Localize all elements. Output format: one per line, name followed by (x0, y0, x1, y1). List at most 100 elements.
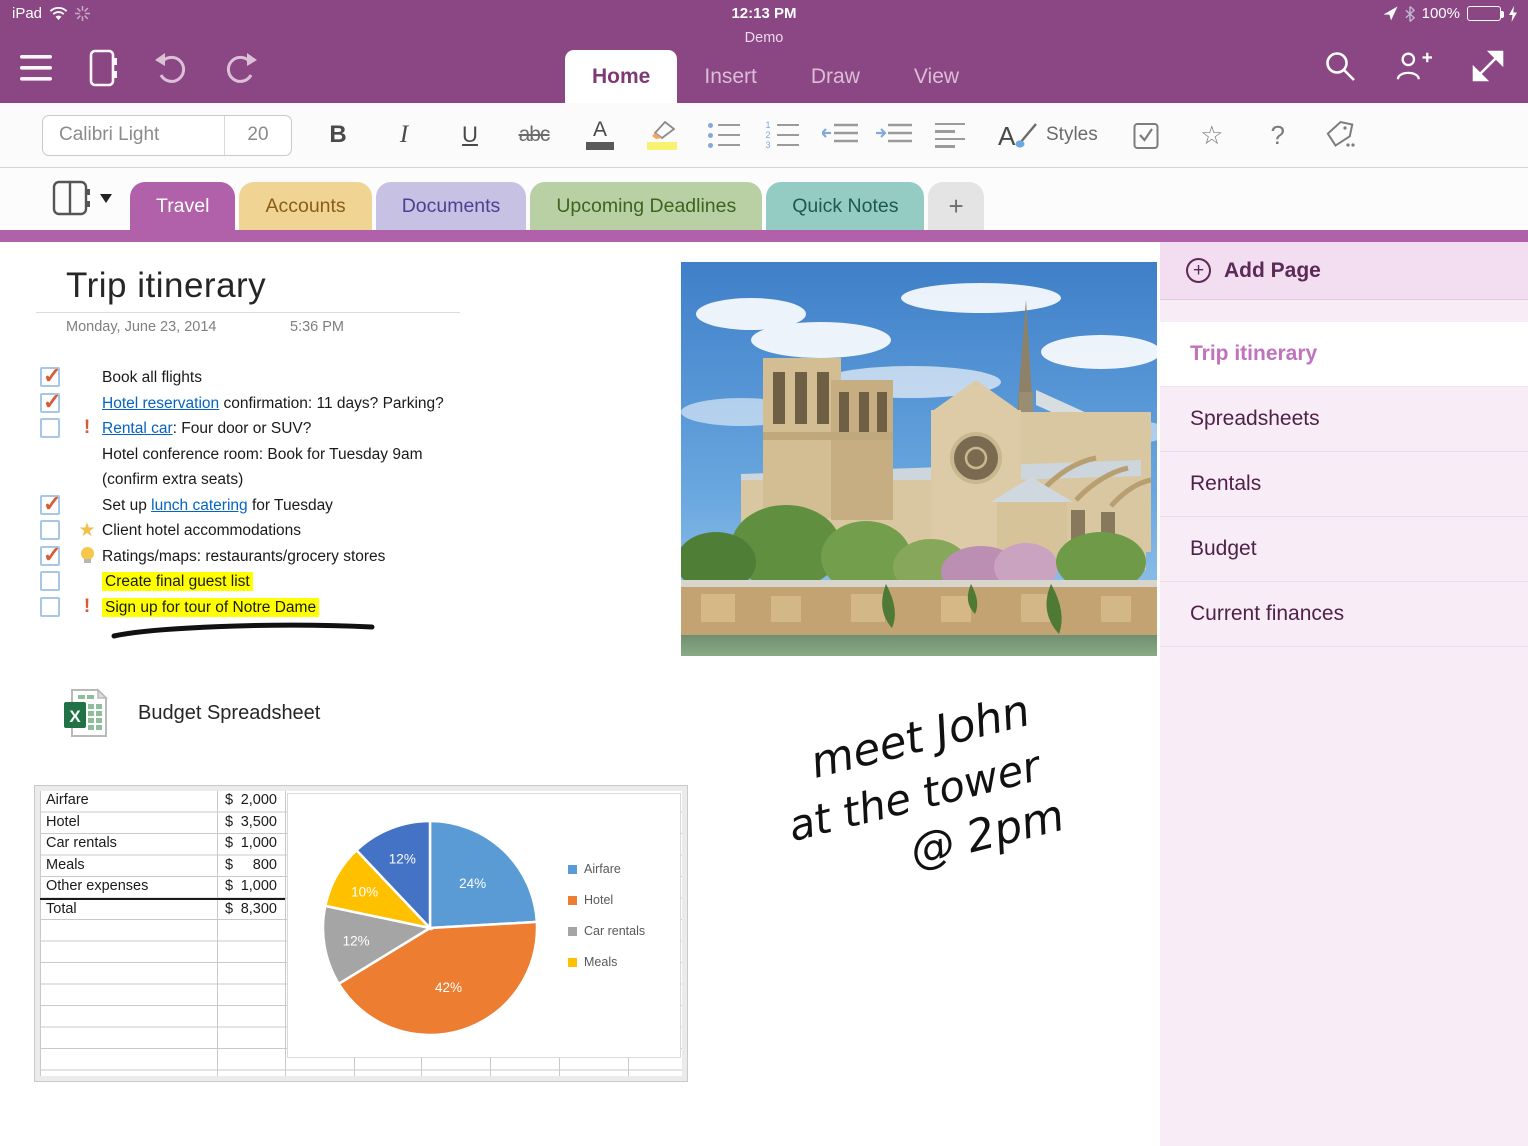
ribbon-tab-bar: Home Insert Draw View (565, 50, 986, 103)
notebook-pane-toggle[interactable] (52, 180, 112, 216)
sheet-grid: Airfare$2,000 Hotel$3,500 Car rentals$1,… (40, 791, 682, 1076)
highlighter-button[interactable] (640, 113, 684, 157)
battery-icon (1467, 6, 1501, 21)
indent-icon (876, 122, 912, 148)
page-date: Monday, June 23, 2014 (66, 319, 216, 335)
outdent-button[interactable] (818, 113, 862, 157)
page-title[interactable]: Trip itinerary (66, 266, 266, 306)
todo-checkbox[interactable] (40, 520, 60, 540)
tab-home[interactable]: Home (565, 50, 677, 103)
help-icon: ? (1271, 120, 1285, 151)
section-tab-documents[interactable]: Documents (376, 182, 527, 230)
todo-tag-button[interactable] (1124, 113, 1168, 157)
spreadsheet-attachment[interactable]: X Budget Spreadsheet (62, 688, 320, 738)
svg-text:24%: 24% (459, 876, 486, 891)
tab-view[interactable]: View (887, 50, 986, 103)
title-divider (36, 312, 460, 313)
styles-button[interactable]: A Styles (998, 121, 1098, 149)
status-bar: iPad 12:13 PM Demo (0, 0, 1528, 28)
todo-item: ✓ Book all flights (40, 365, 600, 391)
font-name[interactable]: Calibri Light (43, 116, 225, 155)
todo-checkbox[interactable]: ✓ (40, 367, 60, 387)
todo-checkbox[interactable] (40, 597, 60, 617)
hotel-reservation-link[interactable]: Hotel reservation (102, 395, 219, 412)
page-canvas[interactable]: Trip itinerary Monday, June 23, 2014 5:3… (0, 242, 1160, 1146)
undo-icon[interactable] (154, 50, 190, 86)
star-tag-button[interactable]: ☆ (1190, 113, 1234, 157)
battery-percent: 100% (1422, 5, 1460, 22)
add-page-button[interactable]: + Add Page (1160, 242, 1528, 300)
page-item-budget[interactable]: Budget (1160, 517, 1528, 582)
section-tab-bar: Travel Accounts Documents Upcoming Deadl… (0, 168, 1528, 230)
tag-icon (1324, 120, 1356, 150)
window-subtitle: Demo (0, 30, 1528, 46)
star-icon: ☆ (1200, 120, 1223, 151)
page-list: Trip itinerary Spreadsheets Rentals Budg… (1160, 322, 1528, 647)
section-tab-quick-notes[interactable]: Quick Notes (766, 182, 924, 230)
bold-button[interactable]: B (316, 113, 360, 157)
star-tag-icon: ★ (72, 518, 102, 542)
bullet-list-icon (708, 123, 740, 148)
add-section-button[interactable]: + (928, 182, 983, 230)
strikethrough-button[interactable]: abc (512, 113, 556, 157)
todo-checkbox[interactable]: ✓ (40, 495, 60, 515)
svg-text:A: A (998, 121, 1016, 149)
page-item-trip-itinerary[interactable]: Trip itinerary (1160, 322, 1528, 387)
fullscreen-icon[interactable] (1470, 48, 1506, 84)
underline-button[interactable]: U (448, 113, 492, 157)
todo-item: Create final guest list (40, 569, 600, 595)
search-icon[interactable] (1322, 48, 1358, 84)
check-mark: ✓ (43, 363, 61, 389)
page-item-spreadsheets[interactable]: Spreadsheets (1160, 387, 1528, 452)
legend-swatch (568, 927, 577, 936)
lunch-catering-link[interactable]: lunch catering (151, 497, 248, 514)
plus-circle-icon: + (1186, 258, 1211, 283)
sheet-row: Hotel$3,500 (40, 813, 285, 835)
redo-icon[interactable] (222, 50, 258, 86)
legend-label: Meals (584, 955, 617, 969)
todo-checkbox[interactable]: ✓ (40, 393, 60, 413)
app-header: iPad 12:13 PM Demo (0, 0, 1528, 103)
section-color-strip (0, 230, 1528, 242)
page-item-rentals[interactable]: Rentals (1160, 452, 1528, 517)
spreadsheet-embed[interactable]: Airfare$2,000 Hotel$3,500 Car rentals$1,… (34, 785, 688, 1082)
font-color-button[interactable]: A (578, 113, 622, 157)
italic-button[interactable]: I (382, 113, 426, 157)
indent-button[interactable] (872, 113, 916, 157)
menu-icon[interactable] (18, 50, 54, 86)
numbered-list-button[interactable]: 1 2 3 (760, 113, 804, 157)
font-size[interactable]: 20 (225, 116, 291, 155)
styles-icon: A (998, 121, 1038, 149)
legend-swatch (568, 896, 577, 905)
rental-car-link[interactable]: Rental car (102, 420, 173, 437)
todo-checkbox[interactable] (40, 418, 60, 438)
section-tab-upcoming-deadlines[interactable]: Upcoming Deadlines (530, 182, 762, 230)
lightbulb-tag-icon (81, 547, 94, 560)
tab-insert[interactable]: Insert (677, 50, 784, 103)
share-people-icon[interactable] (1396, 48, 1432, 84)
todo-checkbox[interactable]: ✓ (40, 546, 60, 566)
notre-dame-photo[interactable] (681, 262, 1157, 656)
bullet-list-button[interactable] (702, 113, 746, 157)
excel-file-icon: X (62, 688, 108, 738)
page-item-current-finances[interactable]: Current finances (1160, 582, 1528, 647)
section-tab-travel[interactable]: Travel (130, 182, 235, 230)
notebooks-icon[interactable] (86, 50, 122, 86)
highlight-color-swatch (647, 142, 677, 150)
todo-checkbox[interactable] (40, 571, 60, 591)
section-tab-accounts[interactable]: Accounts (239, 182, 371, 230)
todo-item: ✓ Hotel reservation confirmation: 11 day… (40, 391, 600, 417)
svg-text:42%: 42% (435, 980, 462, 995)
tab-draw[interactable]: Draw (784, 50, 887, 103)
sheet-row-total: Total$8,300 (40, 900, 285, 922)
align-icon (935, 123, 965, 148)
check-mark: ✓ (43, 491, 61, 517)
more-tags-button[interactable] (1318, 113, 1362, 157)
attachment-label[interactable]: Budget Spreadsheet (138, 702, 320, 725)
alignment-button[interactable] (928, 113, 972, 157)
svg-text:10%: 10% (351, 884, 378, 899)
question-tag-button[interactable]: ? (1256, 113, 1300, 157)
font-picker[interactable]: Calibri Light 20 (42, 115, 292, 156)
todo-item: ! Sign up for tour of Notre Dame (40, 595, 600, 621)
chart-legend: Airfare Hotel Car rentals Meals (568, 862, 645, 969)
